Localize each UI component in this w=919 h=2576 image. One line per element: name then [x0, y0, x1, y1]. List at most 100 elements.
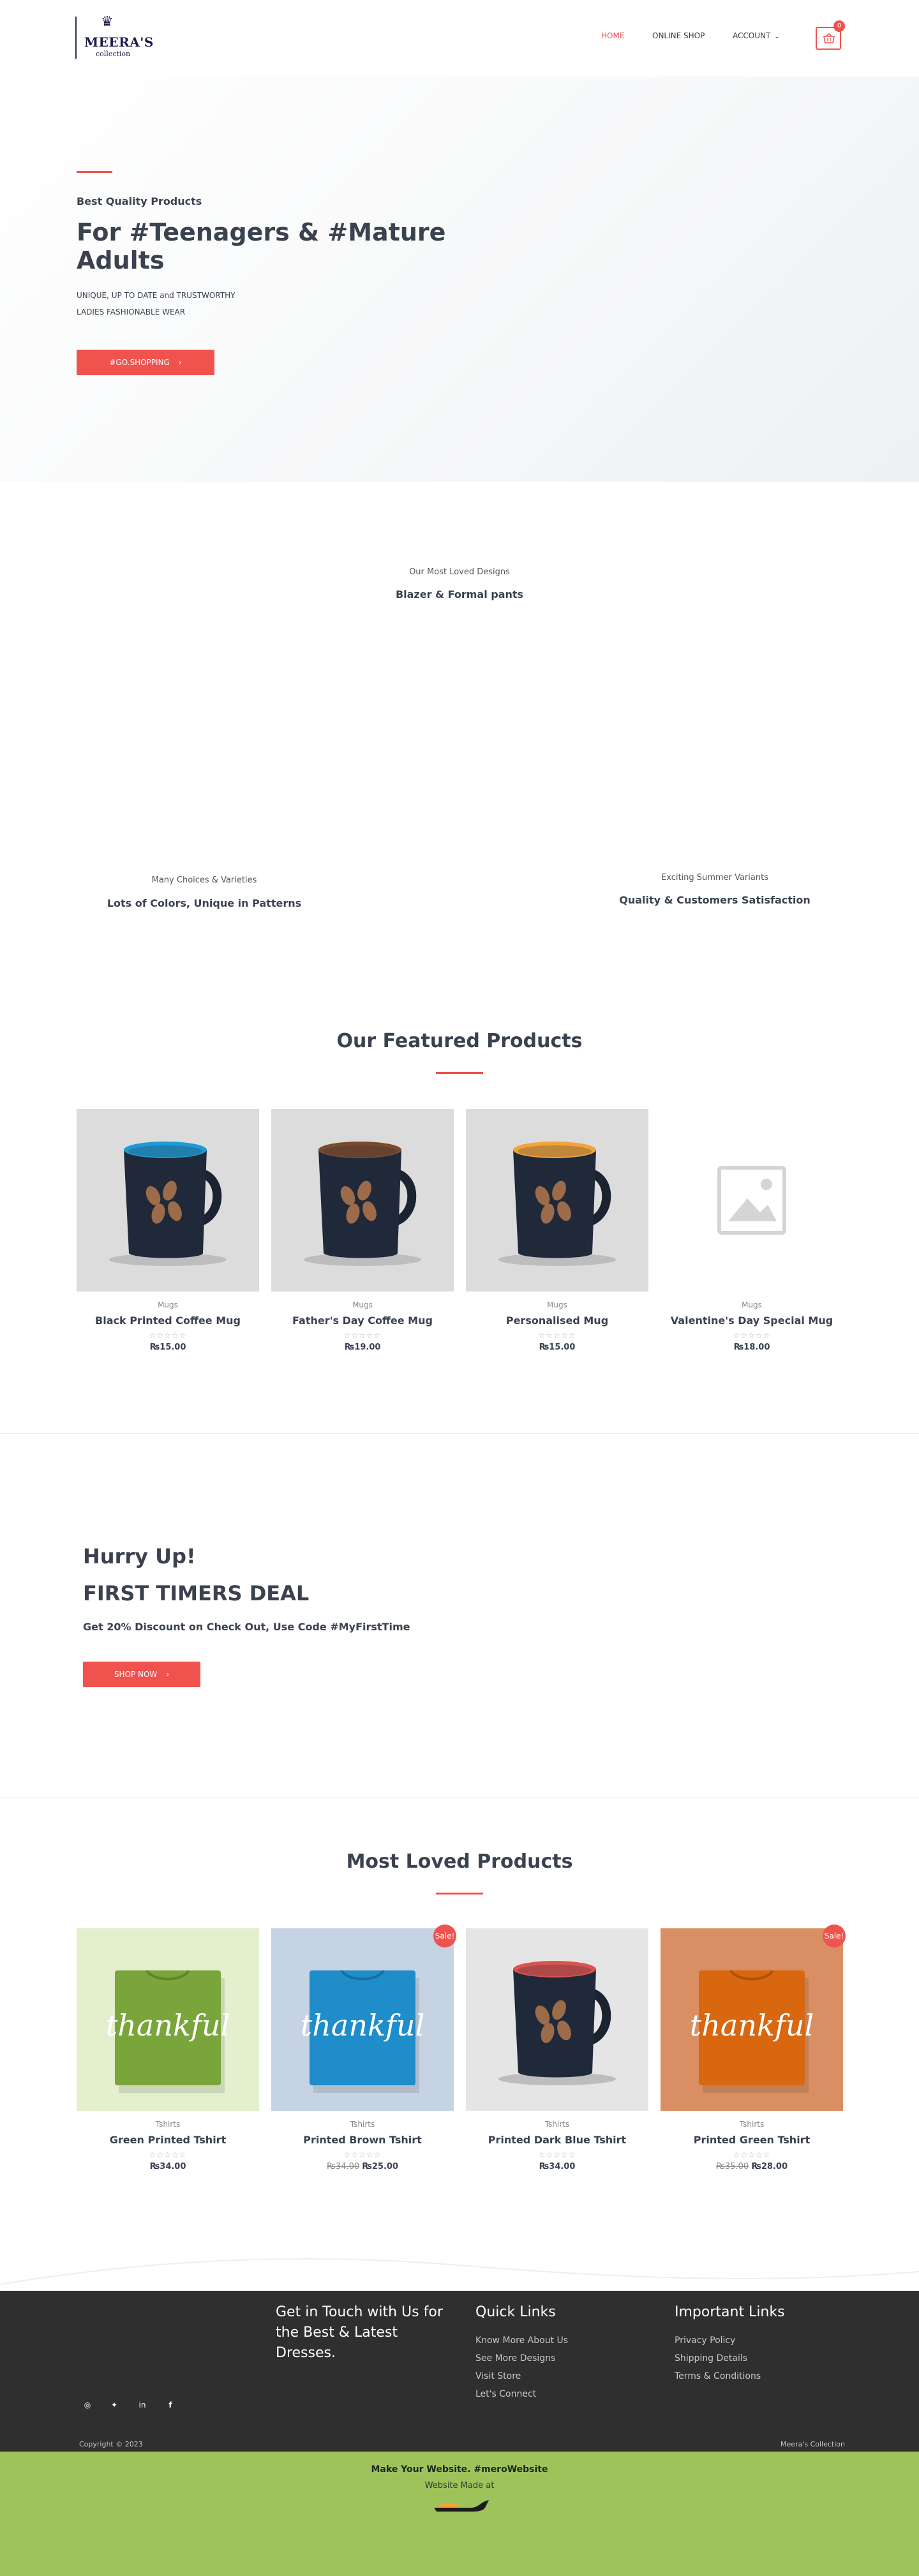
go-shopping-button[interactable]: #GO.SHOPPING ›	[77, 350, 214, 375]
mug-image	[466, 1928, 648, 2111]
instagram-icon[interactable]: ◎	[79, 2397, 96, 2413]
featured-title: Our Featured Products	[336, 1030, 583, 1052]
product-price: ₨35.00 ₨28.00	[661, 2162, 843, 2171]
important-link-privacy[interactable]: Privacy Policy	[675, 2335, 735, 2346]
mug-image	[271, 1109, 454, 1292]
section-divider	[0, 1797, 919, 1798]
placeholder-image-icon	[661, 1109, 843, 1292]
product-image[interactable]: thankful	[77, 1928, 259, 2111]
designs-right-subtitle: Exciting Summer Variants	[661, 873, 768, 882]
product-card[interactable]: Mugs Black Printed Coffee Mug ☆☆☆☆☆ ₨15.00	[77, 1109, 259, 1377]
sale-badge: Sale!	[433, 1925, 456, 1947]
product-image[interactable]	[661, 1109, 843, 1292]
nav-home[interactable]: HOME	[601, 31, 624, 40]
hero-title: For #Teenagers & #Mature Adults	[77, 218, 446, 274]
product-name[interactable]: Printed Brown Tshirt	[271, 2134, 454, 2146]
product-category[interactable]: Mugs	[77, 1300, 259, 1309]
product-price: ₨18.00	[661, 1343, 843, 1352]
quick-link-about[interactable]: Know More About Us	[475, 2335, 568, 2346]
product-name[interactable]: Green Printed Tshirt	[77, 2134, 259, 2146]
product-card[interactable]: Mugs Personalised Mug ☆☆☆☆☆ ₨15.00	[466, 1109, 648, 1377]
product-category[interactable]: Tshirts	[661, 2120, 843, 2129]
designs-top-subtitle: Our Most Loved Designs	[409, 567, 510, 577]
rating-stars-icon: ☆☆☆☆☆	[733, 2150, 771, 2159]
twitter-icon[interactable]: ✦	[106, 2397, 123, 2413]
product-name[interactable]: Father's Day Coffee Mug	[271, 1314, 454, 1327]
hero-subtitle: Best Quality Products	[77, 195, 202, 207]
product-category[interactable]: Mugs	[661, 1300, 843, 1309]
product-card[interactable]: Mugs Valentine's Day Special Mug ☆☆☆☆☆ ₨18.…	[661, 1109, 843, 1377]
product-image[interactable]	[271, 1109, 454, 1292]
linkedin-icon[interactable]: in	[134, 2397, 151, 2413]
product-category[interactable]: Mugs	[466, 1300, 648, 1309]
important-link-shipping[interactable]: Shipping Details	[675, 2353, 747, 2364]
crown-icon: ♛	[101, 14, 114, 30]
product-current-price: ₨15.00	[539, 1343, 576, 1352]
product-current-price: ₨34.00	[149, 2162, 186, 2171]
shop-now-button[interactable]: SHOP NOW ›	[83, 1662, 200, 1687]
nav-online-shop[interactable]: ONLINE SHOP	[652, 31, 705, 40]
product-card[interactable]: Tshirts Printed Dark Blue Tshirt ☆☆☆☆☆ ₨34.…	[466, 1928, 648, 2196]
site-logo[interactable]: ♛ MEERA'S collection	[75, 13, 165, 63]
facebook-icon[interactable]: f	[162, 2397, 179, 2413]
product-image[interactable]	[77, 1109, 259, 1292]
hero-description: UNIQUE, UP TO DATE and TRUSTWORTHY LADIE…	[77, 287, 235, 320]
logo-name: MEERA'S	[84, 34, 154, 50]
designs-left-subtitle: Many Choices & Varieties	[151, 875, 257, 885]
product-price: ₨34.00	[466, 2162, 648, 2171]
product-category[interactable]: Tshirts	[271, 2120, 454, 2129]
rating-stars-icon: ☆☆☆☆☆	[343, 1331, 382, 1340]
product-current-price: ₨19.00	[344, 1343, 381, 1352]
product-price: ₨15.00	[466, 1343, 648, 1352]
rating-stars-icon: ☆☆☆☆☆	[343, 2150, 382, 2159]
featured-title-underline	[436, 1072, 483, 1074]
mug-image	[77, 1109, 259, 1292]
product-card[interactable]: thankful Tshirts Green Printed Tshirt ☆☆☆☆☆…	[77, 1928, 259, 2196]
deal-title: FIRST TIMERS DEAL	[83, 1581, 310, 1605]
rating-stars-icon: ☆☆☆☆☆	[538, 2150, 576, 2159]
quick-links-title: Quick Links	[475, 2304, 556, 2320]
footer-wave-decoration	[0, 2258, 919, 2285]
product-current-price: ₨28.00	[751, 2162, 788, 2171]
important-link-terms[interactable]: Terms & Conditions	[675, 2371, 761, 2381]
product-name[interactable]: Printed Dark Blue Tshirt	[466, 2134, 648, 2146]
product-image[interactable]	[466, 1928, 648, 2111]
product-name[interactable]: Personalised Mug	[466, 1314, 648, 1327]
product-category[interactable]: Tshirts	[77, 2120, 259, 2129]
tshirt-image: thankful	[77, 1928, 259, 2111]
hero-section: Best Quality Products For #Teenagers & #…	[0, 77, 919, 482]
nav-account-label: ACCOUNT	[733, 31, 771, 40]
designs-right-title: Quality & Customers Satisfaction	[619, 894, 811, 906]
nav-account[interactable]: ACCOUNT ⌄	[733, 31, 780, 40]
product-card[interactable]: thankful Tshirts Printed Brown Tshirt ☆☆☆☆☆…	[271, 1925, 456, 2196]
chevron-right-icon: ›	[166, 1670, 170, 1679]
footer-copyright: Copyright © 2023	[79, 2440, 143, 2448]
svg-text:thankful: thankful	[106, 2008, 230, 2043]
product-image[interactable]	[466, 1109, 648, 1292]
product-price: ₨15.00	[77, 1343, 259, 1352]
product-category[interactable]: Tshirts	[466, 2120, 648, 2129]
product-name[interactable]: Black Printed Coffee Mug	[77, 1314, 259, 1327]
merowebsite-logo[interactable]	[431, 2496, 493, 2513]
product-image[interactable]: thankful	[271, 1928, 454, 2111]
product-card[interactable]: Mugs Father's Day Coffee Mug ☆☆☆☆☆ ₨19.00	[271, 1109, 454, 1377]
product-current-price: ₨34.00	[539, 2162, 576, 2171]
loved-title: Most Loved Products	[346, 1850, 573, 1873]
basket-icon	[823, 33, 835, 43]
cart-count-badge: 0	[833, 20, 845, 32]
product-category[interactable]: Mugs	[271, 1300, 454, 1309]
deal-text: Get 20% Discount on Check Out, Use Code …	[83, 1621, 410, 1633]
cart-button[interactable]: 0	[816, 20, 845, 50]
product-name[interactable]: Printed Green Tshirt	[661, 2134, 843, 2146]
product-name[interactable]: Valentine's Day Special Mug	[661, 1314, 843, 1327]
svg-text:thankful: thankful	[690, 2008, 814, 2043]
rating-stars-icon: ☆☆☆☆☆	[149, 2150, 187, 2159]
logo-divider	[75, 17, 77, 59]
product-image[interactable]: thankful	[661, 1928, 843, 2111]
go-shopping-label: #GO.SHOPPING	[109, 358, 170, 367]
quick-link-store[interactable]: Visit Store	[475, 2371, 521, 2381]
quick-link-designs[interactable]: See More Designs	[475, 2353, 555, 2364]
quick-link-connect[interactable]: Let's Connect	[475, 2389, 536, 2399]
credit-line-2: Website Made at	[424, 2481, 495, 2490]
product-card[interactable]: thankful Tshirts Printed Green Tshirt ☆☆☆☆☆…	[661, 1925, 846, 2196]
